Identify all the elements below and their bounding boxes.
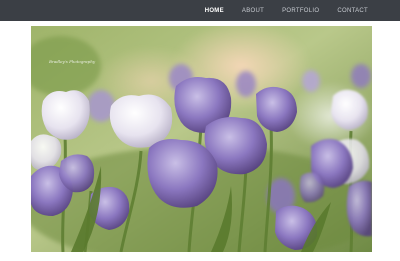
top-navbar: HOME ABOUT PORTFOLIO CONTACT	[0, 0, 400, 21]
photo-watermark: Bradley's Photography	[49, 59, 96, 64]
nav-link-contact[interactable]: CONTACT	[337, 8, 368, 14]
nav-link-home[interactable]: HOME	[205, 8, 224, 14]
nav-link-portfolio[interactable]: PORTFOLIO	[282, 8, 319, 14]
nav-menu: HOME ABOUT PORTFOLIO CONTACT	[187, 0, 368, 21]
hero-image: Bradley's Photography	[31, 26, 372, 252]
nav-link-about[interactable]: ABOUT	[242, 8, 264, 14]
